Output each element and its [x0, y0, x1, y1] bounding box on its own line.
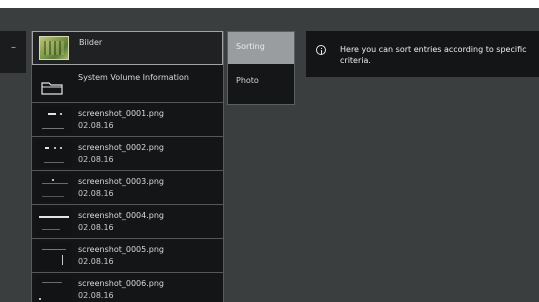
info-icon	[316, 45, 326, 55]
file-date: 02.08.16	[78, 291, 114, 300]
list-item-file[interactable]: screenshot_0001.png 02.08.16	[32, 103, 223, 137]
list-item-file[interactable]: screenshot_0002.png 02.08.16	[32, 137, 223, 171]
list-item-file[interactable]: screenshot_0006.png 02.08.16	[32, 273, 223, 302]
sort-menu: Sorting Photo	[227, 31, 295, 105]
file-name: screenshot_0005.png	[78, 245, 164, 254]
previous-column-glyph: –	[11, 42, 16, 53]
list-item-file[interactable]: screenshot_0004.png 02.08.16	[32, 205, 223, 239]
list-item-file[interactable]: screenshot_0005.png 02.08.16	[32, 239, 223, 273]
file-date: 02.08.16	[78, 155, 114, 164]
folder-name: System Volume Information	[78, 73, 189, 82]
tooltip-text: Here you can sort entries according to s…	[340, 45, 527, 65]
folder-name: Bilder	[79, 38, 103, 47]
file-name: screenshot_0002.png	[78, 143, 164, 152]
file-name: screenshot_0001.png	[78, 109, 164, 118]
list-item-folder-bilder[interactable]: Bilder	[32, 31, 223, 65]
list-item-file[interactable]: screenshot_0003.png 02.08.16	[32, 171, 223, 205]
file-name: screenshot_0003.png	[78, 177, 164, 186]
screenshot-thumbnail-icon	[36, 208, 72, 236]
screenshot-thumbnail-icon	[36, 106, 72, 134]
file-name: screenshot_0006.png	[78, 279, 164, 288]
tv-ui: – Bilder System Volume Information scree…	[0, 8, 539, 302]
screenshot-thumbnail-icon	[36, 242, 72, 270]
screen: – Bilder System Volume Information scree…	[0, 0, 539, 302]
info-tooltip: Here you can sort entries according to s…	[306, 31, 539, 77]
file-list: Bilder System Volume Information screens…	[31, 31, 224, 302]
screenshot-thumbnail-icon	[36, 276, 72, 302]
list-item-folder-system-volume[interactable]: System Volume Information	[32, 65, 223, 103]
file-date: 02.08.16	[78, 223, 114, 232]
screenshot-thumbnail-icon	[36, 140, 72, 168]
file-date: 02.08.16	[78, 121, 114, 130]
sort-option-photo[interactable]: Photo	[228, 66, 294, 98]
file-name: screenshot_0004.png	[78, 211, 164, 220]
screenshot-thumbnail-icon	[36, 174, 72, 202]
previous-column[interactable]: –	[0, 31, 26, 73]
image-folder-icon	[39, 36, 69, 60]
folder-icon	[41, 80, 63, 99]
file-date: 02.08.16	[78, 189, 114, 198]
sort-option-sorting[interactable]: Sorting	[228, 32, 294, 64]
file-date: 02.08.16	[78, 257, 114, 266]
